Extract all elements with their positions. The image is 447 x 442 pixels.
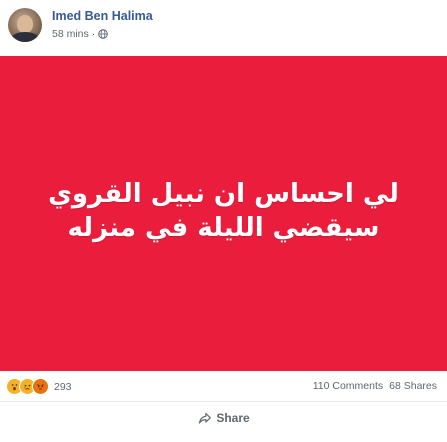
shares-count-link[interactable]: 68 Shares [389, 380, 437, 392]
post-stats: 293 110 Comments 68 Shares [0, 371, 447, 402]
banner-text-line-2: سيقضي الليلة في منزله [67, 212, 380, 243]
share-button[interactable]: Share [197, 411, 250, 425]
post-actions: Share [0, 402, 447, 442]
share-icon [198, 412, 211, 424]
globe-icon[interactable] [98, 29, 109, 39]
engagement-counts: 110 Comments 68 Shares [313, 380, 437, 392]
reactions-summary[interactable]: 293 [6, 378, 72, 395]
post-meta: 58 mins · [52, 28, 109, 40]
avatar-face [17, 15, 33, 33]
post-banner[interactable]: لي احساس ان نبيل القروي سيقضي الليلة في … [0, 56, 447, 371]
facebook-post: Imed Ben Halima 58 mins · لي احساس ان نب… [0, 0, 447, 442]
reaction-count: 293 [54, 380, 72, 393]
author-name[interactable]: Imed Ben Halima [52, 9, 153, 23]
comments-count-link[interactable]: 110 Comments [313, 380, 383, 392]
meta-separator: · [91, 28, 96, 40]
post-time[interactable]: 58 mins [52, 28, 89, 40]
angry-reaction-icon [32, 378, 49, 395]
banner-text-line-1: لي احساس ان نبيل القروي [48, 178, 399, 209]
author-avatar[interactable] [8, 8, 42, 42]
avatar-shirt [11, 32, 39, 42]
share-label: Share [216, 411, 250, 425]
post-header: Imed Ben Halima 58 mins · [0, 0, 447, 56]
